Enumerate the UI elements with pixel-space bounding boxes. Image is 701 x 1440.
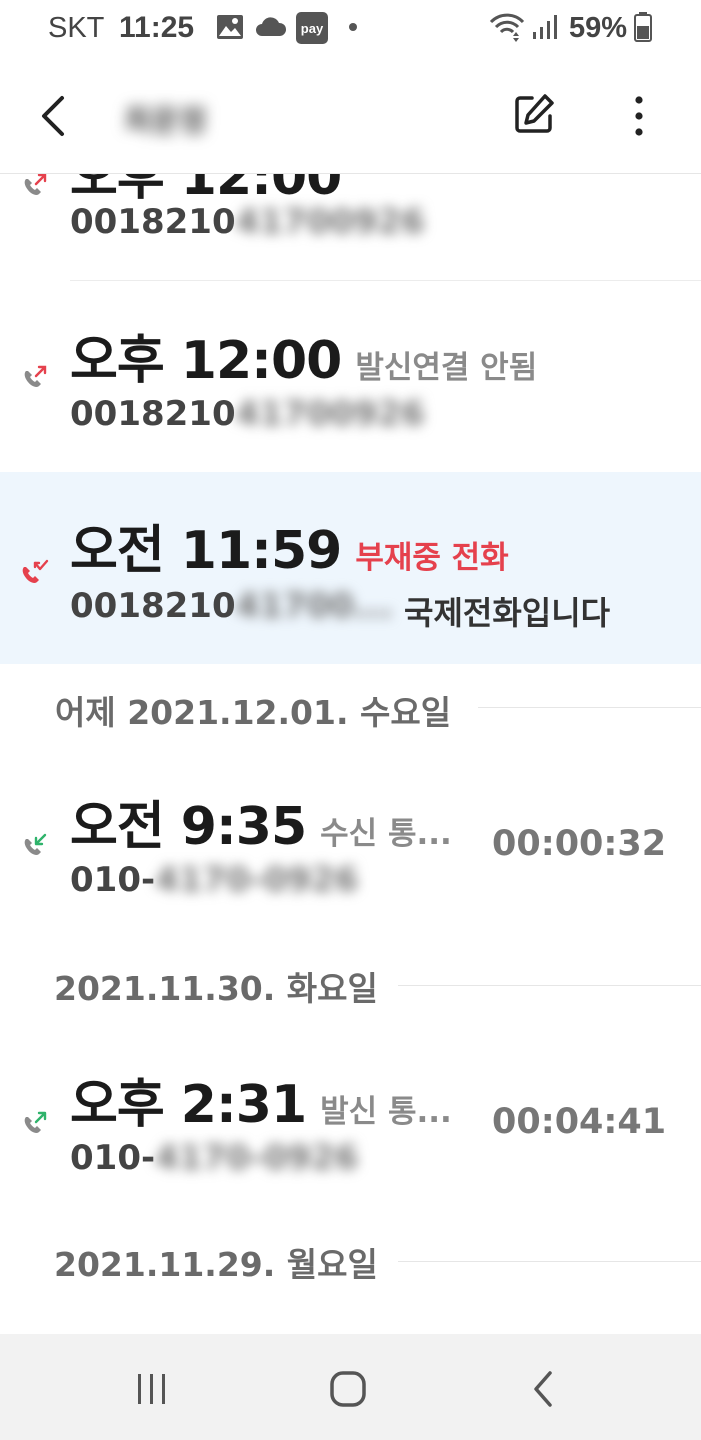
call-number: 001821041700926: [70, 202, 425, 242]
call-type: 발신 통...: [320, 1094, 452, 1130]
date-label: 2021.11.29. 월요일: [54, 1245, 378, 1284]
call-log-item[interactable]: 오전 9:35 수신 통... 010-4170-0926 00:00:32: [0, 744, 701, 934]
cloud-icon: [256, 17, 287, 36]
call-type: 수신 통...: [320, 816, 452, 852]
call-time: 오후 12:00: [70, 331, 342, 391]
pay-icon: pay: [296, 12, 328, 44]
carrier-label: SKT: [48, 12, 105, 44]
status-bar: SKT 11:25 pay 59%: [0, 0, 701, 58]
call-log-list[interactable]: 오후 12:00 001821041700926 오후 12:00 발신연결 안됨…: [0, 174, 701, 1334]
home-icon[interactable]: [323, 1364, 373, 1414]
call-duration: 00:00:32: [492, 824, 667, 864]
call-time: 오전 11:59: [70, 521, 342, 581]
call-number: 001821041700...: [70, 586, 393, 626]
missed-call-icon: [22, 559, 49, 583]
date-divider: [478, 707, 701, 708]
call-log-item[interactable]: 오후 12:00 001821041700926: [0, 174, 701, 281]
call-type: 발신연결 안됨: [355, 350, 538, 386]
gallery-icon: [217, 15, 243, 39]
hidden-number: 4170-0926: [155, 860, 359, 900]
outgoing-failed-call-icon: [24, 365, 47, 387]
outgoing-failed-call-icon: [24, 174, 47, 195]
call-log-item[interactable]: 오후 12:00 발신연결 안됨 001821041700926: [0, 280, 701, 472]
call-number: 010-4170-0926: [70, 1138, 359, 1178]
incoming-call-icon: [24, 833, 47, 855]
wifi-icon: [489, 13, 525, 42]
edit-icon[interactable]: [510, 90, 558, 138]
hidden-number: 4170-0926: [155, 1138, 359, 1178]
pay-icon-label: pay: [300, 21, 324, 36]
status-time: 11:25: [119, 11, 195, 44]
call-type: 부재중 전화: [355, 540, 509, 576]
hidden-number: 41700926: [235, 202, 425, 242]
call-number: 001821041700926: [70, 394, 425, 434]
call-number: 010-4170-0926: [70, 860, 359, 900]
back-arrow-icon[interactable]: [30, 88, 80, 144]
date-header: 2021.11.30. 화요일: [0, 960, 701, 1010]
signal-icon: [533, 15, 557, 39]
hidden-number: 41700...: [235, 586, 393, 626]
date-header: 2021.11.29. 월요일: [0, 1236, 701, 1286]
call-log-item[interactable]: 오후 2:31 발신 통... 010-4170-0926 00:04:41: [0, 1022, 701, 1212]
date-label: 2021.11.30. 화요일: [54, 969, 378, 1008]
recent-apps-icon[interactable]: [127, 1364, 177, 1414]
date-divider: [398, 1261, 701, 1262]
back-icon[interactable]: [519, 1364, 569, 1414]
date-label: 어제 2021.12.01. 수요일: [55, 693, 452, 732]
dot-icon: [349, 23, 357, 31]
app-bar: 최운정: [0, 58, 701, 174]
call-duration: 00:04:41: [492, 1102, 667, 1142]
battery-icon: [634, 12, 652, 42]
date-header: 어제 2021.12.01. 수요일: [0, 682, 701, 732]
outgoing-call-icon: [24, 1111, 47, 1133]
navigation-bar: [0, 1334, 701, 1440]
hidden-number: 41700926: [235, 394, 425, 434]
date-divider: [398, 985, 701, 986]
call-log-item-selected[interactable]: 오전 11:59 부재중 전화 001821041700... 국제전화입니다: [0, 472, 701, 664]
call-time: 오전 9:35: [70, 797, 307, 857]
contact-name: 최운정: [124, 104, 207, 139]
battery-percent: 59%: [569, 12, 628, 44]
call-time: 오후 2:31: [70, 1075, 307, 1135]
international-call-note: 국제전화입니다: [404, 594, 611, 632]
more-vert-icon[interactable]: [620, 88, 658, 144]
